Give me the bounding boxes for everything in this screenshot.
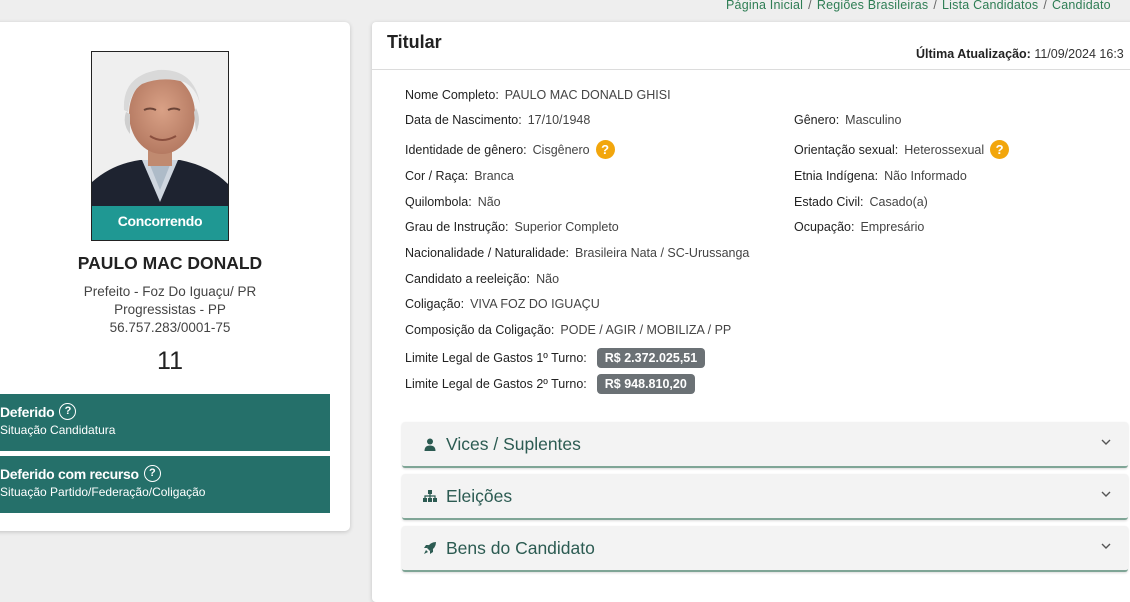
accordion-eleicoes[interactable]: Eleições bbox=[402, 474, 1128, 520]
field-coligacao: Coligação: VIVA FOZ DO IGUAÇU bbox=[405, 297, 600, 311]
field-label: Candidato a reeleição: bbox=[405, 272, 531, 286]
breadcrumb-separator: / bbox=[933, 0, 938, 12]
field-value: Empresário bbox=[860, 220, 925, 234]
card-title: Titular bbox=[387, 32, 442, 52]
field-nacionalidade: Nacionalidade / Naturalidade: Brasileira… bbox=[405, 246, 749, 260]
breadcrumb: Página Inicial / Regiões Brasileiras / Lista… bbox=[726, 0, 1111, 12]
accordion-label: Bens do Candidato bbox=[446, 537, 595, 558]
field-label: Orientação sexual: bbox=[794, 142, 899, 157]
field-label: Data de Nascimento: bbox=[405, 113, 522, 127]
breadcrumb-separator: / bbox=[1043, 0, 1048, 12]
field-label: Nacionalidade / Naturalidade: bbox=[405, 246, 569, 260]
field-label: Coligação: bbox=[405, 297, 465, 311]
candidate-name: PAULO MAC DONALD bbox=[77, 253, 263, 273]
candidate-office: Prefeito - Foz Do Iguaçu/ PR bbox=[83, 284, 257, 299]
field-label: Nome Completo: bbox=[405, 88, 499, 102]
status-subtitle: Situação Partido/Federação/Coligação bbox=[0, 485, 206, 499]
field-label: Estado Civil: bbox=[794, 195, 864, 209]
titular-card: Titular Última Atualização: 11/09/2024 1… bbox=[372, 22, 1130, 602]
candidate-number: 11 bbox=[157, 347, 183, 375]
field-value: PODE / AGIR / MOBILIZA / PP bbox=[560, 323, 732, 337]
status-partido: Deferido com recurso ? Situação Partido/… bbox=[0, 456, 330, 513]
field-value: Branca bbox=[474, 169, 514, 183]
accordion-label: Vices / Suplentes bbox=[446, 433, 581, 454]
field-data-nascimento: Data de Nascimento: 17/10/1948 bbox=[405, 113, 590, 127]
field-value: 17/10/1948 bbox=[527, 113, 591, 127]
breadcrumb-candidate-list[interactable]: Lista Candidatos bbox=[942, 0, 1038, 12]
breadcrumb-separator: / bbox=[808, 0, 812, 12]
field-orientacao-sexual: Orientação sexual: Heterossexual ? bbox=[794, 140, 1010, 159]
chevron-down-icon[interactable] bbox=[1100, 539, 1112, 557]
chevron-down-icon[interactable] bbox=[1100, 487, 1112, 505]
field-value: Não bbox=[477, 195, 501, 209]
candidate-photo: Concorrendo bbox=[91, 51, 229, 241]
field-value: VIVA FOZ DO IGUAÇU bbox=[470, 297, 600, 311]
status-title: Deferido bbox=[0, 403, 55, 420]
field-label: Grau de Instrução: bbox=[405, 220, 509, 234]
field-label: Quilombola: bbox=[405, 195, 472, 209]
status-ribbon: Concorrendo bbox=[92, 206, 228, 240]
field-limite-gastos-1: Limite Legal de Gastos 1º Turno: R$ 2.37… bbox=[405, 348, 706, 368]
candidate-party: Progressistas - PP bbox=[114, 302, 226, 317]
field-value: Não Informado bbox=[884, 169, 967, 183]
field-value: Casado(a) bbox=[869, 195, 928, 209]
person-icon bbox=[422, 438, 438, 451]
field-estado-civil: Estado Civil: Casado(a) bbox=[794, 195, 928, 209]
field-genero: Gênero: Masculino bbox=[794, 113, 901, 127]
field-value: Heterossexual bbox=[904, 142, 985, 157]
field-label: Limite Legal de Gastos 1º Turno: bbox=[405, 351, 587, 365]
money-badge: R$ 2.372.025,51 bbox=[596, 348, 706, 368]
field-grau-instrucao: Grau de Instrução: Superior Completo bbox=[405, 220, 619, 234]
field-label: Etnia Indígena: bbox=[794, 169, 879, 183]
money-badge: R$ 948.810,20 bbox=[596, 374, 695, 394]
field-quilombola: Quilombola: Não bbox=[405, 195, 501, 209]
field-nome-completo: Nome Completo: PAULO MAC DONALD GHISI bbox=[405, 88, 671, 102]
field-label: Cor / Raça: bbox=[405, 169, 469, 183]
field-etnia-indigena: Etnia Indígena: Não Informado bbox=[794, 169, 967, 183]
info-help-icon[interactable]: ? bbox=[595, 140, 615, 159]
accordion-bens-candidato[interactable]: Bens do Candidato bbox=[402, 526, 1128, 572]
breadcrumb-regions[interactable]: Regiões Brasileiras bbox=[817, 0, 928, 12]
field-value: Não bbox=[536, 272, 560, 286]
field-value: PAULO MAC DONALD GHISI bbox=[504, 88, 671, 102]
field-value: Masculino bbox=[845, 113, 902, 127]
field-value: Cisgênero bbox=[532, 142, 590, 157]
rocket-icon bbox=[422, 541, 438, 555]
field-value: Brasileira Nata / SC-Urussanga bbox=[575, 246, 750, 260]
accordion-vices-suplentes[interactable]: Vices / Suplentes bbox=[402, 422, 1128, 468]
field-reeleicao: Candidato a reeleição: Não bbox=[405, 272, 559, 286]
sitemap-icon bbox=[422, 490, 438, 502]
field-label: Ocupação: bbox=[794, 220, 855, 234]
field-limite-gastos-2: Limite Legal de Gastos 2º Turno: R$ 948.… bbox=[405, 374, 695, 394]
field-composicao-coligacao: Composição da Coligação: PODE / AGIR / M… bbox=[405, 323, 731, 337]
last-update-label: Última Atualização: bbox=[916, 47, 1031, 61]
status-candidatura: Deferido ? Situação Candidatura bbox=[0, 394, 330, 451]
breadcrumb-home[interactable]: Página Inicial bbox=[726, 0, 803, 12]
last-update-value: 11/09/2024 16:3 bbox=[1034, 47, 1124, 61]
chevron-down-icon[interactable] bbox=[1100, 435, 1112, 453]
candidate-card: Concorrendo PAULO MAC DONALD Prefeito - … bbox=[0, 22, 350, 531]
field-label: Identidade de gênero: bbox=[405, 142, 527, 157]
field-label: Gênero: bbox=[794, 113, 840, 127]
help-circle-icon[interactable]: ? bbox=[143, 465, 161, 482]
info-help-icon[interactable]: ? bbox=[990, 140, 1010, 159]
breadcrumb-candidate[interactable]: Candidato bbox=[1052, 0, 1111, 12]
candidate-cnpj: 56.757.283/0001-75 bbox=[109, 320, 231, 335]
field-cor-raca: Cor / Raça: Branca bbox=[405, 169, 514, 183]
field-label: Limite Legal de Gastos 2º Turno: bbox=[405, 377, 587, 391]
field-ocupacao: Ocupação: Empresário bbox=[794, 220, 924, 234]
status-subtitle: Situação Candidatura bbox=[0, 423, 116, 437]
field-identidade-genero: Identidade de gênero: Cisgênero ? bbox=[405, 140, 615, 159]
header-divider bbox=[372, 69, 1130, 70]
last-update: Última Atualização: 11/09/2024 16:3 bbox=[916, 47, 1124, 61]
help-circle-icon[interactable]: ? bbox=[59, 403, 77, 420]
field-label: Composição da Coligação: bbox=[405, 323, 555, 337]
status-title: Deferido com recurso bbox=[0, 465, 139, 482]
field-value: Superior Completo bbox=[514, 220, 619, 234]
accordion-label: Eleições bbox=[446, 485, 513, 506]
